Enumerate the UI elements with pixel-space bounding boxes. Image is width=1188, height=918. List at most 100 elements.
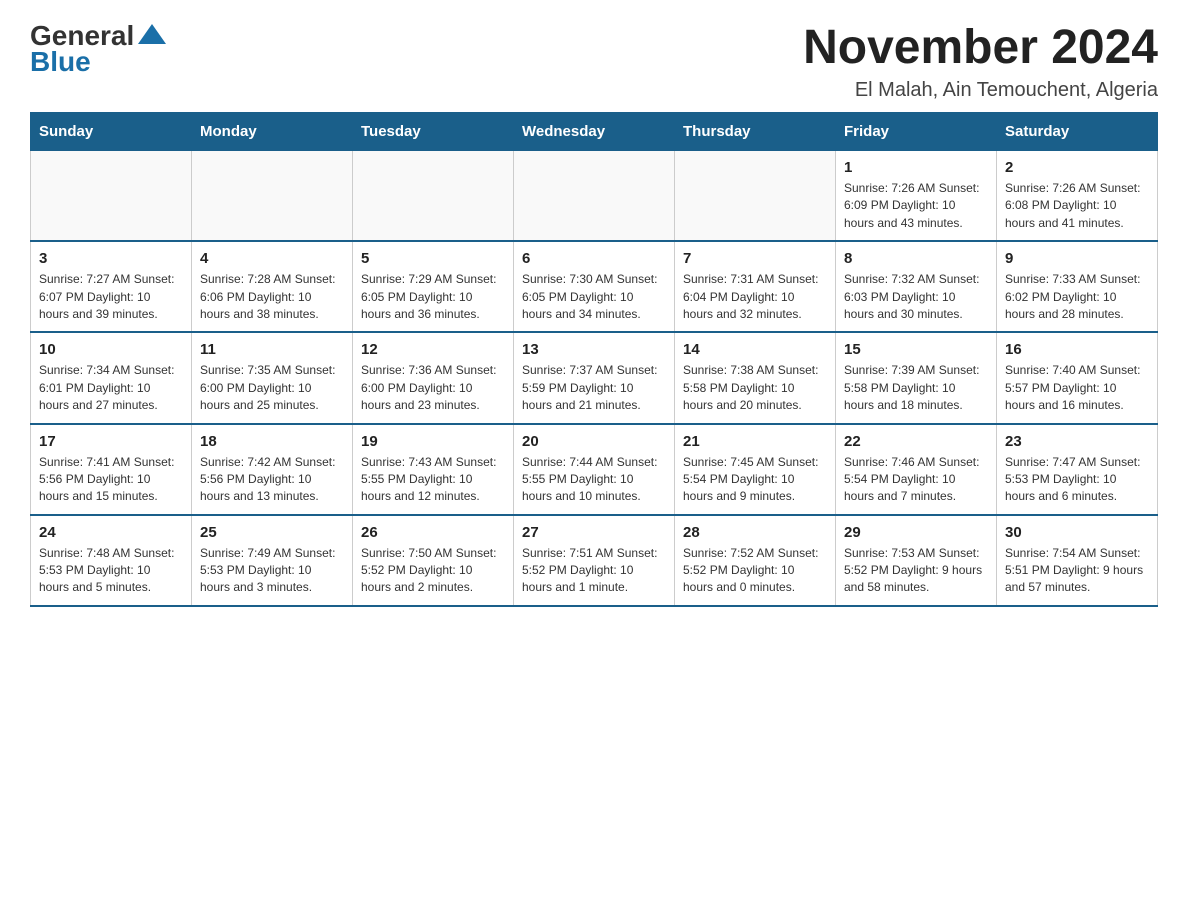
calendar-cell xyxy=(514,151,675,242)
day-info: Sunrise: 7:28 AM Sunset: 6:06 PM Dayligh… xyxy=(200,271,344,323)
calendar-cell: 15 Sunrise: 7:39 AM Sunset: 5:58 PM Dayli… xyxy=(836,332,997,423)
calendar-cell: 12 Sunrise: 7:36 AM Sunset: 6:00 PM Dayli… xyxy=(353,332,514,423)
day-number: 6 xyxy=(522,250,666,267)
day-number: 29 xyxy=(844,524,988,541)
calendar-cell: 5Sunrise: 7:29 AM Sunset: 6:05 PM Daylig… xyxy=(353,241,514,332)
weekday-header-friday: Friday xyxy=(836,113,997,151)
weekday-header-row: SundayMondayTuesdayWednesdayThursdayFrid… xyxy=(31,113,1158,151)
calendar-cell: 6 Sunrise: 7:30 AM Sunset: 6:05 PM Daylig… xyxy=(514,241,675,332)
calendar-cell: 1Sunrise: 7:26 AM Sunset: 6:09 PM Daylig… xyxy=(836,151,997,242)
day-number: 5 xyxy=(361,250,505,267)
day-number: 24 xyxy=(39,524,183,541)
day-info: Sunrise: 7:54 AM Sunset: 5:51 PM Dayligh… xyxy=(1005,545,1149,597)
day-number: 14 xyxy=(683,341,827,358)
day-number: 20 xyxy=(522,433,666,450)
day-number: 27 xyxy=(522,524,666,541)
day-info: Sunrise: 7:27 AM Sunset: 6:07 PM Dayligh… xyxy=(39,271,183,323)
day-info: Sunrise: 7:47 AM Sunset: 5:53 PM Dayligh… xyxy=(1005,454,1149,506)
weekday-header-tuesday: Tuesday xyxy=(353,113,514,151)
calendar-cell: 21 Sunrise: 7:45 AM Sunset: 5:54 PM Dayli… xyxy=(675,424,836,515)
day-number: 2 xyxy=(1005,159,1149,176)
day-number: 10 xyxy=(39,341,183,358)
day-number: 21 xyxy=(683,433,827,450)
calendar-week-row: 1Sunrise: 7:26 AM Sunset: 6:09 PM Daylig… xyxy=(31,151,1158,242)
day-number: 16 xyxy=(1005,341,1149,358)
calendar-cell: 23 Sunrise: 7:47 AM Sunset: 5:53 PM Dayli… xyxy=(997,424,1158,515)
calendar-cell: 29 Sunrise: 7:53 AM Sunset: 5:52 PM Dayli… xyxy=(836,515,997,606)
day-info: Sunrise: 7:43 AM Sunset: 5:55 PM Dayligh… xyxy=(361,454,505,506)
day-number: 8 xyxy=(844,250,988,267)
day-number: 1 xyxy=(844,159,988,176)
day-number: 11 xyxy=(200,341,344,358)
day-number: 13 xyxy=(522,341,666,358)
calendar-cell: 30 Sunrise: 7:54 AM Sunset: 5:51 PM Dayli… xyxy=(997,515,1158,606)
day-info: Sunrise: 7:31 AM Sunset: 6:04 PM Dayligh… xyxy=(683,271,827,323)
day-number: 19 xyxy=(361,433,505,450)
calendar-cell: 16 Sunrise: 7:40 AM Sunset: 5:57 PM Dayli… xyxy=(997,332,1158,423)
day-number: 12 xyxy=(361,341,505,358)
calendar-cell xyxy=(675,151,836,242)
day-number: 18 xyxy=(200,433,344,450)
calendar-cell: 18 Sunrise: 7:42 AM Sunset: 5:56 PM Dayli… xyxy=(192,424,353,515)
calendar-week-row: 17 Sunrise: 7:41 AM Sunset: 5:56 PM Dayli… xyxy=(31,424,1158,515)
day-number: 3 xyxy=(39,250,183,267)
day-info: Sunrise: 7:40 AM Sunset: 5:57 PM Dayligh… xyxy=(1005,362,1149,414)
day-info: Sunrise: 7:44 AM Sunset: 5:55 PM Dayligh… xyxy=(522,454,666,506)
calendar-cell: 25Sunrise: 7:49 AM Sunset: 5:53 PM Dayli… xyxy=(192,515,353,606)
calendar-cell: 4Sunrise: 7:28 AM Sunset: 6:06 PM Daylig… xyxy=(192,241,353,332)
calendar-cell xyxy=(353,151,514,242)
calendar-cell: 7Sunrise: 7:31 AM Sunset: 6:04 PM Daylig… xyxy=(675,241,836,332)
page-header: General Blue November 2024 El Malah, Ain… xyxy=(30,20,1158,102)
day-info: Sunrise: 7:38 AM Sunset: 5:58 PM Dayligh… xyxy=(683,362,827,414)
day-number: 15 xyxy=(844,341,988,358)
calendar-cell xyxy=(192,151,353,242)
weekday-header-saturday: Saturday xyxy=(997,113,1158,151)
day-number: 30 xyxy=(1005,524,1149,541)
day-info: Sunrise: 7:35 AM Sunset: 6:00 PM Dayligh… xyxy=(200,362,344,414)
calendar-week-row: 24 Sunrise: 7:48 AM Sunset: 5:53 PM Dayli… xyxy=(31,515,1158,606)
day-info: Sunrise: 7:39 AM Sunset: 5:58 PM Dayligh… xyxy=(844,362,988,414)
day-info: Sunrise: 7:36 AM Sunset: 6:00 PM Dayligh… xyxy=(361,362,505,414)
calendar-cell: 2 Sunrise: 7:26 AM Sunset: 6:08 PM Daylig… xyxy=(997,151,1158,242)
calendar-cell: 20 Sunrise: 7:44 AM Sunset: 5:55 PM Dayli… xyxy=(514,424,675,515)
logo-blue-text: Blue xyxy=(30,46,91,78)
calendar-week-row: 3 Sunrise: 7:27 AM Sunset: 6:07 PM Daylig… xyxy=(31,241,1158,332)
month-year-title: November 2024 xyxy=(803,20,1158,75)
location-subtitle: El Malah, Ain Temouchent, Algeria xyxy=(803,79,1158,102)
calendar-cell: 11 Sunrise: 7:35 AM Sunset: 6:00 PM Dayli… xyxy=(192,332,353,423)
day-info: Sunrise: 7:26 AM Sunset: 6:08 PM Dayligh… xyxy=(1005,180,1149,232)
day-info: Sunrise: 7:50 AM Sunset: 5:52 PM Dayligh… xyxy=(361,545,505,597)
day-info: Sunrise: 7:32 AM Sunset: 6:03 PM Dayligh… xyxy=(844,271,988,323)
calendar-cell: 26 Sunrise: 7:50 AM Sunset: 5:52 PM Dayli… xyxy=(353,515,514,606)
calendar-table: SundayMondayTuesdayWednesdayThursdayFrid… xyxy=(30,112,1158,607)
calendar-cell: 14 Sunrise: 7:38 AM Sunset: 5:58 PM Dayli… xyxy=(675,332,836,423)
day-info: Sunrise: 7:52 AM Sunset: 5:52 PM Dayligh… xyxy=(683,545,827,597)
calendar-cell: 13 Sunrise: 7:37 AM Sunset: 5:59 PM Dayli… xyxy=(514,332,675,423)
day-info: Sunrise: 7:30 AM Sunset: 6:05 PM Dayligh… xyxy=(522,271,666,323)
day-info: Sunrise: 7:53 AM Sunset: 5:52 PM Dayligh… xyxy=(844,545,988,597)
calendar-cell: 8 Sunrise: 7:32 AM Sunset: 6:03 PM Daylig… xyxy=(836,241,997,332)
calendar-body: 1Sunrise: 7:26 AM Sunset: 6:09 PM Daylig… xyxy=(31,151,1158,606)
calendar-cell: 3 Sunrise: 7:27 AM Sunset: 6:07 PM Daylig… xyxy=(31,241,192,332)
day-info: Sunrise: 7:42 AM Sunset: 5:56 PM Dayligh… xyxy=(200,454,344,506)
logo-arrow-icon xyxy=(138,24,166,44)
day-info: Sunrise: 7:46 AM Sunset: 5:54 PM Dayligh… xyxy=(844,454,988,506)
calendar-cell: 9Sunrise: 7:33 AM Sunset: 6:02 PM Daylig… xyxy=(997,241,1158,332)
day-info: Sunrise: 7:48 AM Sunset: 5:53 PM Dayligh… xyxy=(39,545,183,597)
calendar-cell xyxy=(31,151,192,242)
calendar-cell: 24 Sunrise: 7:48 AM Sunset: 5:53 PM Dayli… xyxy=(31,515,192,606)
day-info: Sunrise: 7:34 AM Sunset: 6:01 PM Dayligh… xyxy=(39,362,183,414)
day-number: 25 xyxy=(200,524,344,541)
title-block: November 2024 El Malah, Ain Temouchent, … xyxy=(803,20,1158,102)
day-info: Sunrise: 7:41 AM Sunset: 5:56 PM Dayligh… xyxy=(39,454,183,506)
calendar-cell: 22Sunrise: 7:46 AM Sunset: 5:54 PM Dayli… xyxy=(836,424,997,515)
day-number: 23 xyxy=(1005,433,1149,450)
day-info: Sunrise: 7:37 AM Sunset: 5:59 PM Dayligh… xyxy=(522,362,666,414)
weekday-header-monday: Monday xyxy=(192,113,353,151)
day-number: 26 xyxy=(361,524,505,541)
weekday-header-wednesday: Wednesday xyxy=(514,113,675,151)
day-number: 17 xyxy=(39,433,183,450)
calendar-cell: 19 Sunrise: 7:43 AM Sunset: 5:55 PM Dayli… xyxy=(353,424,514,515)
day-info: Sunrise: 7:45 AM Sunset: 5:54 PM Dayligh… xyxy=(683,454,827,506)
day-info: Sunrise: 7:33 AM Sunset: 6:02 PM Dayligh… xyxy=(1005,271,1149,323)
